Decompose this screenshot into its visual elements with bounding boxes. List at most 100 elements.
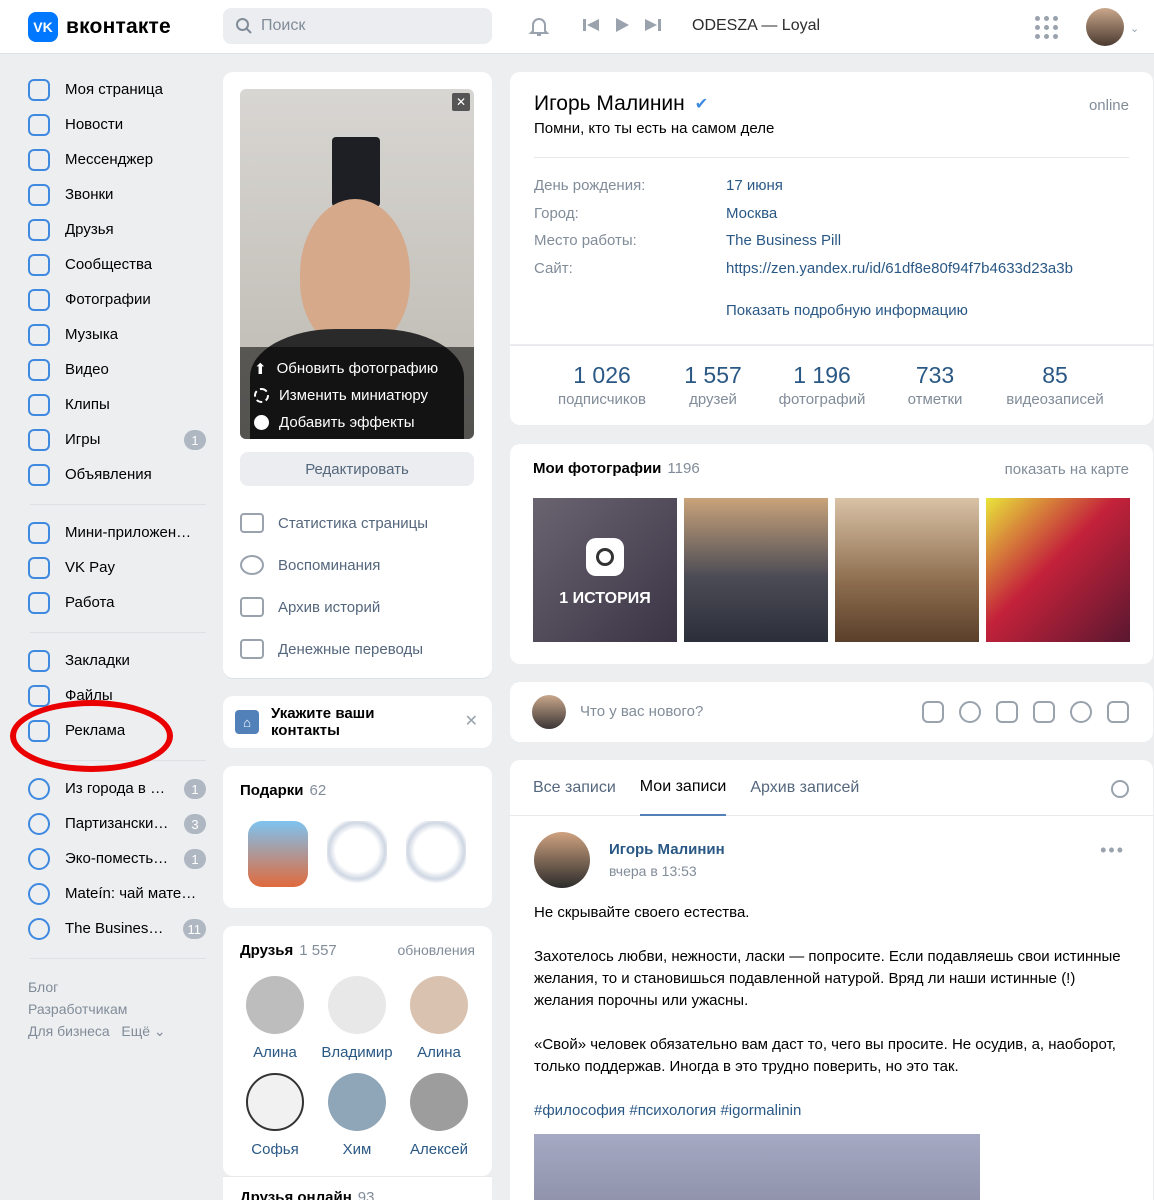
photo-thumbnail[interactable] (986, 498, 1130, 642)
info-value[interactable]: https://zen.yandex.ru/id/61df8e80f94f7b4… (726, 260, 1073, 277)
sidebar-group-item[interactable]: Эко-поместь… 1 (28, 841, 208, 876)
post-author-avatar[interactable] (534, 832, 590, 888)
search-input[interactable]: Поиск (223, 8, 492, 44)
friends-online-title[interactable]: Друзья онлайн 93 (240, 1189, 374, 1200)
bell-icon[interactable] (527, 14, 551, 38)
sidebar-item[interactable]: Работа (28, 585, 208, 620)
sidebar-item[interactable]: Новости (28, 107, 208, 142)
footer-link-blog[interactable]: Блог (28, 979, 208, 1001)
sidebar-item[interactable]: Клипы (28, 387, 208, 422)
sidebar-item[interactable]: Объявления (28, 457, 208, 492)
next-track-icon[interactable] (644, 17, 662, 33)
story-tile[interactable]: 1 ИСТОРИЯ (533, 498, 677, 642)
sidebar-item[interactable]: VK Pay (28, 550, 208, 585)
sidebar-item[interactable]: Музыка (28, 317, 208, 352)
music-icon[interactable] (996, 701, 1018, 723)
gift-dog[interactable] (406, 821, 466, 887)
bookmark-icon (28, 649, 50, 672)
add-effects-button[interactable]: Добавить эффекты (240, 409, 474, 436)
composer-placeholder[interactable]: Что у вас нового? (580, 703, 703, 720)
history-icon (240, 555, 264, 575)
stat-tags[interactable]: 733 отметки (895, 362, 975, 408)
gift-dog[interactable] (327, 821, 387, 887)
sidebar-item[interactable]: Закладки (28, 643, 208, 678)
tab-my-posts[interactable]: Мои записи (639, 760, 727, 816)
search-icon[interactable] (1111, 780, 1129, 798)
friends-title[interactable]: Друзья 1 557 (240, 942, 337, 959)
play-icon[interactable] (614, 17, 630, 33)
profile-status[interactable]: Помни, кто ты есть на самом деле (534, 120, 774, 137)
update-photo-button[interactable]: ⬆ Обновить фотографию (240, 355, 474, 382)
show-on-map-link[interactable]: показать на карте (1005, 461, 1129, 478)
more-options-icon[interactable]: ••• (1100, 840, 1125, 861)
footer-link-developers[interactable]: Разработчикам (28, 1001, 208, 1023)
photo-thumbnail[interactable] (684, 498, 828, 642)
camera-icon[interactable] (922, 701, 944, 723)
close-icon[interactable]: ✕ (452, 93, 470, 111)
sidebar-group-item[interactable]: The Busines… 11 (28, 911, 208, 946)
lightbulb-icon[interactable] (1070, 701, 1092, 723)
sidebar-item[interactable]: Моя страница (28, 72, 208, 107)
info-value[interactable]: The Business Pill (726, 232, 841, 249)
services-grid-icon[interactable] (1035, 16, 1058, 39)
friend-item[interactable]: Алина (235, 976, 315, 1061)
sidebar-group-item[interactable]: Из города в … 1 (28, 771, 208, 806)
sidebar-group-item[interactable]: Партизански… 3 (28, 806, 208, 841)
sidebar-item[interactable]: Игры 1 (28, 422, 208, 457)
friend-item[interactable]: Алексей (399, 1073, 479, 1158)
info-value[interactable]: Москва (726, 205, 777, 222)
footer-link-business[interactable]: Для бизнеса Ещё ⌄ (28, 1023, 208, 1045)
edit-button[interactable]: Редактировать (240, 452, 474, 486)
friend-item[interactable]: Хим (317, 1073, 397, 1158)
info-value[interactable]: 17 июня (726, 177, 783, 194)
post-image[interactable] (534, 1134, 980, 1200)
footer-link-more[interactable]: Ещё (121, 1023, 150, 1039)
stat-videos[interactable]: 85 видеозаписей (1000, 362, 1110, 408)
now-playing-track[interactable]: ODESZA — Loyal (692, 17, 820, 35)
money-transfers-link[interactable]: Денежные переводы (240, 628, 474, 670)
post-author[interactable]: Игорь Малинин (609, 841, 725, 858)
close-icon[interactable]: ✕ (465, 711, 478, 731)
post-composer[interactable]: Что у вас нового? (510, 682, 1153, 742)
show-more-info-link[interactable]: Показать подробную информацию (726, 302, 968, 319)
post-time[interactable]: вчера в 13:53 (609, 863, 697, 879)
contacts-prompt[interactable]: ⌂ Укажите ваши контакты ✕ (223, 696, 492, 748)
sidebar-label: Мини-приложен… (65, 524, 192, 541)
sidebar-item[interactable]: Звонки (28, 177, 208, 212)
sidebar-label: Мессенджер (65, 151, 154, 168)
sidebar-item[interactable]: Сообщества (28, 247, 208, 282)
sidebar-item[interactable]: Мессенджер (28, 142, 208, 177)
sidebar-item[interactable]: Друзья (28, 212, 208, 247)
chevron-down-icon[interactable]: ⌄ (1130, 22, 1139, 35)
sidebar-item[interactable]: Мини-приложен… (28, 515, 208, 550)
photo-thumbnail[interactable] (835, 498, 979, 642)
friend-item[interactable]: Владимир (317, 976, 397, 1061)
change-thumbnail-button[interactable]: Изменить миниатюру (240, 382, 474, 409)
stat-followers[interactable]: 1 026 подписчиков (552, 362, 652, 408)
stat-friends[interactable]: 1 557 друзей (673, 362, 753, 408)
friends-updates-link[interactable]: обновления (397, 942, 475, 958)
sidebar-group-item[interactable]: Mateín: чай мате… (28, 876, 208, 911)
video-icon[interactable] (959, 701, 981, 723)
lock-icon[interactable] (1107, 701, 1129, 723)
profile-avatar[interactable] (1086, 8, 1124, 46)
friend-item[interactable]: Софья (235, 1073, 315, 1158)
friend-item[interactable]: Алина (399, 976, 479, 1061)
memories-link[interactable]: Воспоминания (240, 544, 474, 586)
post-hashtags[interactable]: #философия #психология #igormalinin (534, 1100, 1124, 1122)
gifts-block[interactable]: Подарки 62 (223, 766, 492, 908)
tab-archive[interactable]: Архив записей (750, 760, 859, 816)
stats-link[interactable]: Статистика страницы (240, 502, 474, 544)
tab-all-posts[interactable]: Все записи (533, 760, 616, 816)
sidebar-item[interactable]: Фотографии (28, 282, 208, 317)
gift-box[interactable] (248, 821, 308, 887)
vk-logo[interactable]: VK вконтакте (28, 12, 171, 42)
sidebar-item[interactable]: Видео (28, 352, 208, 387)
profile-photo[interactable]: ✕ ⬆ Обновить фотографию Изменить миниатюр… (240, 89, 474, 439)
photos-title[interactable]: Мои фотографии 1196 (533, 460, 700, 477)
stat-photos[interactable]: 1 196 фотографий (772, 362, 872, 408)
previous-track-icon[interactable] (582, 17, 600, 33)
text-format-icon[interactable] (1033, 701, 1055, 723)
story-archive-link[interactable]: Архив историй (240, 586, 474, 628)
footer-link-business-label[interactable]: Для бизнеса (28, 1023, 110, 1039)
